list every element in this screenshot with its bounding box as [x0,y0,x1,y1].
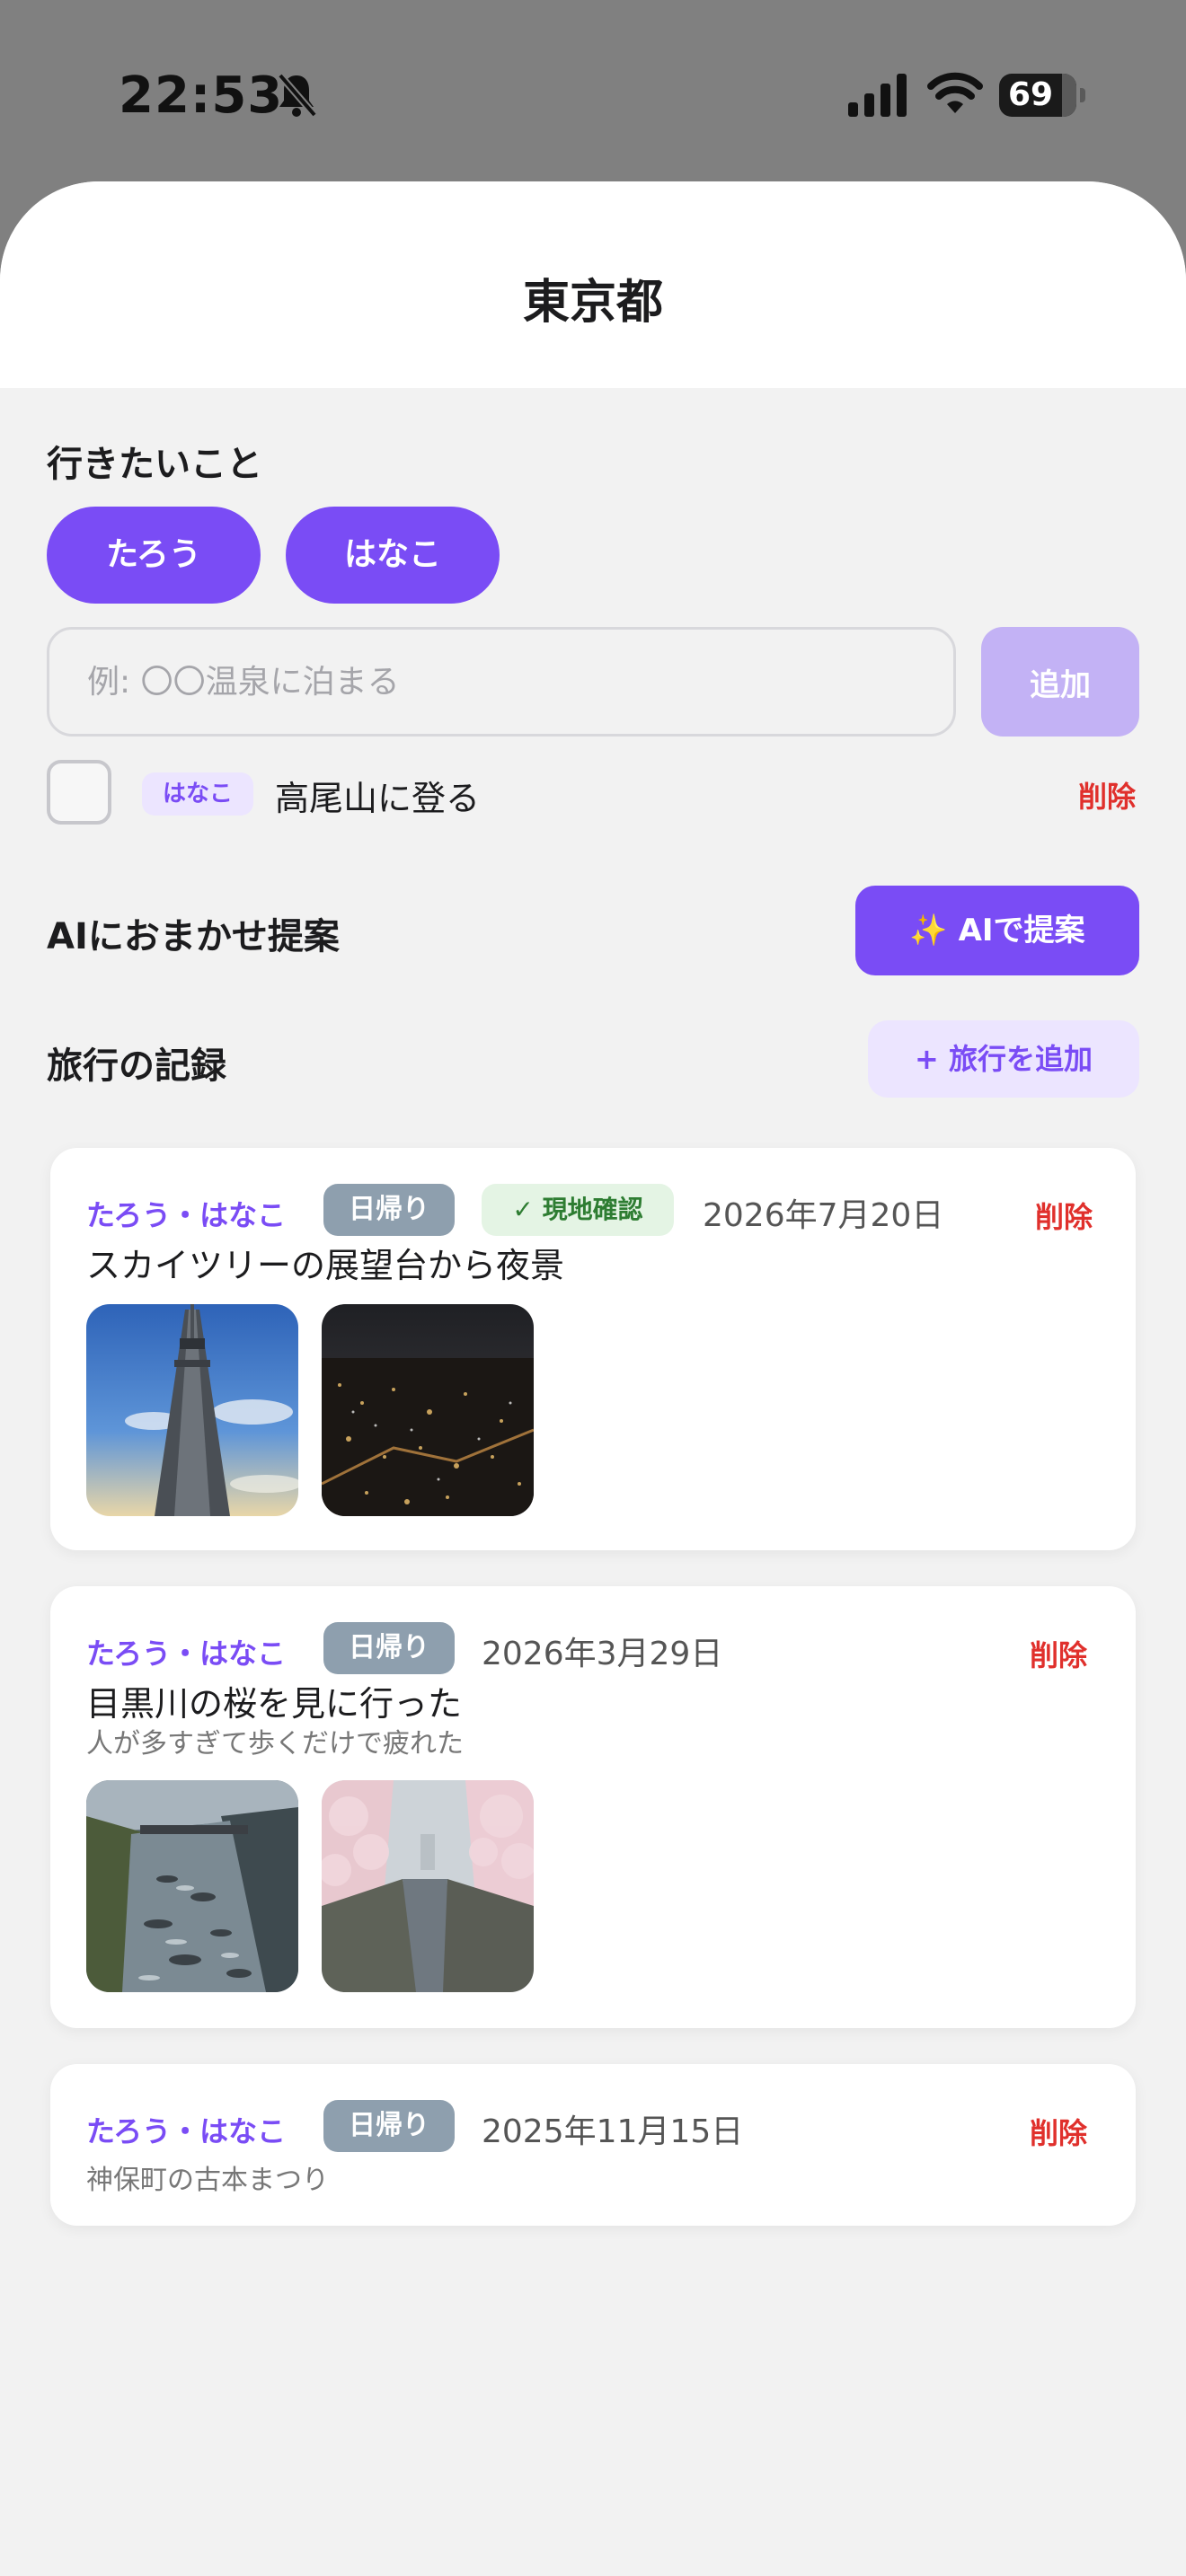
day-trip-tag: 日帰り [323,1184,455,1236]
trip-card[interactable]: たろう・はなこ 日帰り 2026年3月29日 削除 目黒川の桜を見に行った 人が… [50,1586,1136,2028]
trip-delete-link[interactable]: 削除 [1030,2111,1087,2152]
verified-tag: ✓ 現地確認 [482,1184,674,1236]
trip-participants: たろう・はなこ [86,1198,287,1232]
trip-participants: たろう・はなこ [86,2114,287,2148]
trip-participants: たろう・はなこ [86,1636,287,1671]
wishlist-heading: 行きたいこと [47,444,262,485]
trip-date: 2025年11月15日 [482,2113,744,2150]
trip-date: 2026年3月29日 [482,1636,723,1672]
night-view-photo[interactable] [322,1304,534,1516]
cellular-signal-icon [848,74,907,117]
trip-card[interactable]: たろう・はなこ 日帰り 2025年11月15日 削除 神保町の古本まつり [50,2064,1136,2226]
river-photo[interactable] [86,1780,298,1992]
sheet-header: 東京都 [0,181,1186,388]
wifi-icon [927,72,983,113]
wish-item-text: 高尾山に登る [275,779,481,818]
cherry-blossom-photo[interactable] [322,1780,534,1992]
ai-suggest-button[interactable]: ✨ AIで提案 [855,886,1139,975]
trip-delete-link[interactable]: 削除 [1030,1633,1087,1674]
wish-input[interactable] [47,627,956,737]
skytree-photo[interactable] [86,1304,298,1516]
trip-date: 2026年7月20日 [703,1197,944,1234]
region-sheet: 東京都 行きたいこと たろう はなこ 追加 はなこ 高尾山に登る 削除 AIにお… [0,181,1186,2576]
add-wish-button[interactable]: 追加 [981,627,1139,737]
member-chip-hanako[interactable]: はなこ [286,507,500,604]
wish-checkbox[interactable] [47,760,111,825]
day-trip-tag: 日帰り [323,1622,455,1674]
trip-note: 人が多すぎて歩くだけで疲れた [86,1728,464,1760]
status-time: 22:53 [119,66,284,125]
page-title: 東京都 [522,276,663,330]
add-trip-button[interactable]: + 旅行を追加 [868,1020,1139,1098]
trip-note: 神保町の古本まつり [86,2165,329,2196]
battery-level: 69 [1007,76,1054,113]
assignee-badge: はなこ [142,772,253,816]
trip-title: 目黒川の桜を見に行った [86,1684,463,1724]
member-chip-taro[interactable]: たろう [47,507,261,604]
wish-delete-link[interactable]: 削除 [1078,774,1136,816]
trip-title: スカイツリーの展望台から夜景 [86,1246,565,1285]
bell-slash-icon [277,73,318,118]
day-trip-tag: 日帰り [323,2100,455,2152]
battery-icon: 69 [999,74,1076,117]
trips-heading: 旅行の記録 [47,1045,226,1087]
trip-delete-link[interactable]: 削除 [1035,1195,1093,1236]
ai-heading: AIにおまかせ提案 [47,916,340,957]
status-bar: 22:53 69 [0,0,1186,180]
trip-card[interactable]: たろう・はなこ 日帰り ✓ 現地確認 2026年7月20日 削除 スカイツリーの… [50,1148,1136,1550]
battery-nub [1080,88,1085,102]
